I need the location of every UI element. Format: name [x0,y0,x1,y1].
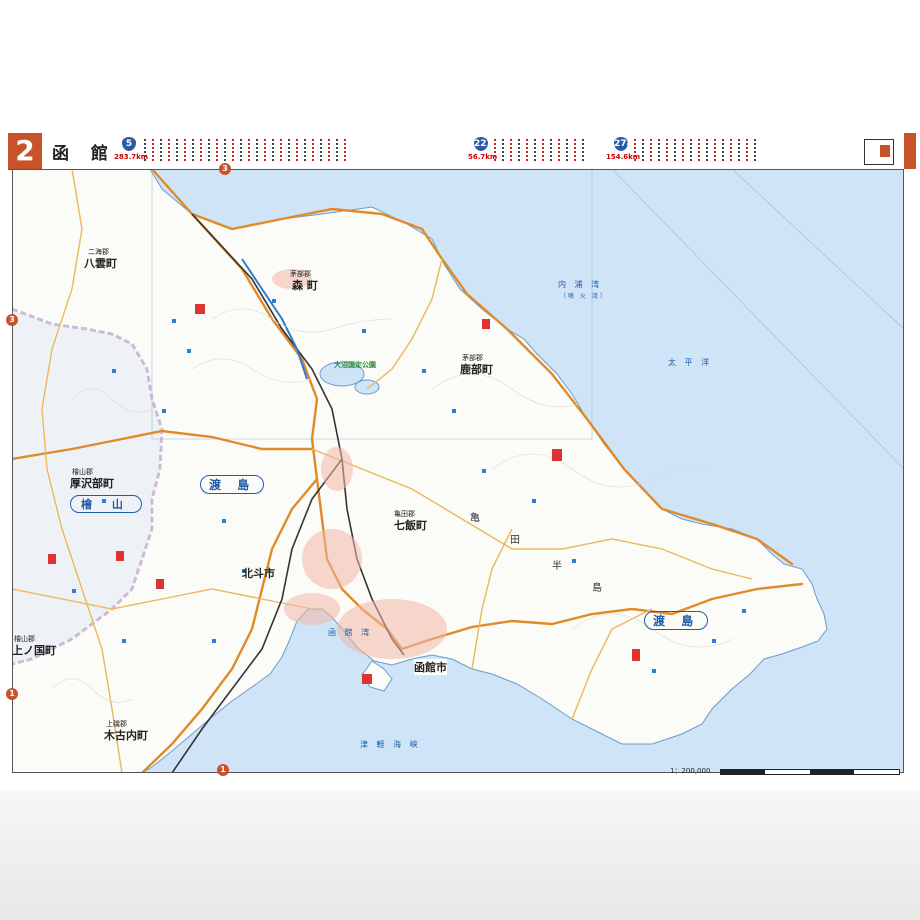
page-header: 2 函 館 5 283.7km 227 56.7km 278 154.6km [8,133,904,170]
route-5-distance-table [144,139,352,163]
grid-marker-left-upper: 3 [6,314,18,326]
peninsula-kame: 亀 [470,513,480,524]
town-shikabe: 鹿部町 [460,363,493,376]
scale-bar [720,769,900,775]
town-yakumo: 八雲町 [84,257,117,270]
bay-hakodate: 函 館 湾 [328,628,373,637]
strait-tsugaru: 津 軽 海 峡 [360,740,421,749]
route-278-badge: 278 [614,137,633,151]
peninsula-han: 半 [552,561,562,572]
bay-uchiura-sub: （噴 火 湾） [560,293,608,300]
town-kikonai: 木古内町 [104,729,148,742]
route-5-total: 283.7km [114,153,149,161]
route-227-badge: 227 [474,137,493,151]
town-nanae: 七飯町 [394,519,427,532]
page-shadow [0,790,920,920]
region-oshima-east: 渡 島 [644,611,709,630]
page-title: 函 館 [52,144,116,164]
town-assabu: 厚沢部町 [70,477,114,490]
route-5-badge: 5 [122,137,136,151]
scale-ratio: 1：200,000 [670,767,711,775]
bay-uchiura: 内 浦 湾 [558,280,603,289]
map-area[interactable]: 茅部郡 森 町 茅部郡 鹿部町 二海郡 八雲町 檜山郡 厚沢部町 檜山郡 上ノ国… [12,169,904,773]
grid-marker-top: 3 [219,163,231,175]
pacific-ocean: 太 平 洋 [668,358,713,367]
peninsula-da: 田 [510,535,520,546]
city-hakodate: 函館市 [414,659,447,675]
park-onuma: 大沼国定公園 [334,361,376,369]
next-page-tab[interactable] [904,133,916,169]
grid-marker-left-lower: 1 [6,688,18,700]
town-mori: 森 町 [292,279,318,292]
page-number: 2 [8,133,42,169]
region-oshima-west: 渡 島 [200,475,265,494]
grid-marker-bottom: 1 [217,764,229,776]
route-227-distance-table [494,139,590,163]
map-canvas [12,169,904,773]
page-index-icon[interactable] [864,139,894,165]
subpref-hiyama: 檜 山 [70,495,142,513]
city-hokuto: 北斗市 [242,567,275,580]
route-278-distance-table [634,139,762,163]
peninsula-shima: 島 [592,583,602,594]
town-kaminokuni: 上ノ国町 [12,644,56,657]
route-227-total: 56.7km [468,153,498,161]
